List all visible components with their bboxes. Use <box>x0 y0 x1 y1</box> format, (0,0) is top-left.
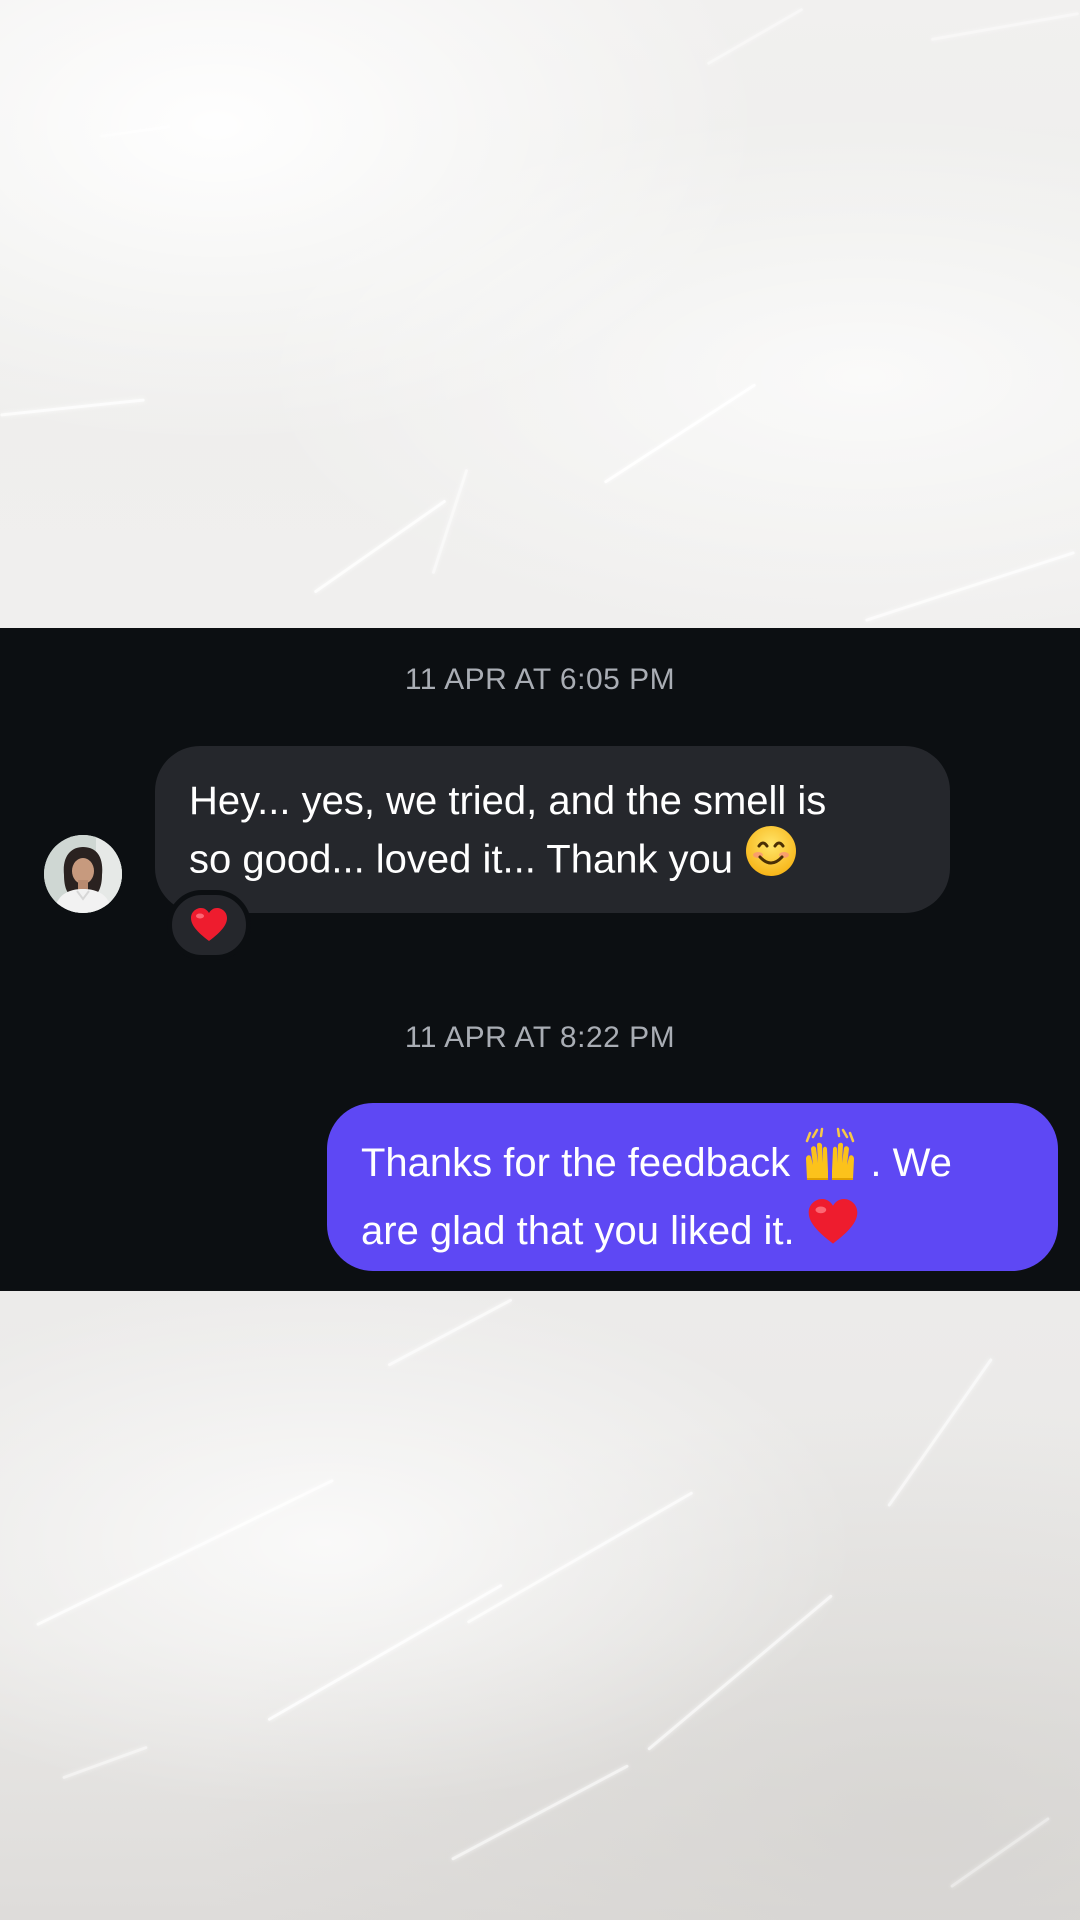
outgoing-message-bubble[interactable]: Thanks for the feedback . We are glad th… <box>327 1103 1058 1271</box>
avatar-photo <box>44 835 122 913</box>
smiling-face-emoji <box>744 824 798 892</box>
message-text-line: so good... loved it... Thank you <box>189 826 916 896</box>
message-text-line: are glad that you liked it. <box>361 1199 1026 1267</box>
incoming-message-bubble[interactable]: Hey... yes, we tried, and the smell is s… <box>155 746 950 913</box>
raising-hands-emoji <box>801 1127 859 1196</box>
avatar[interactable] <box>44 835 122 913</box>
message-timestamp: 11 APR AT 6:05 PM <box>404 663 676 696</box>
message-timestamp: 11 APR AT 8:22 PM <box>404 1021 676 1054</box>
chat-thread: 11 APR AT 6:05 PM Hey... yes, we tried, … <box>0 628 1080 1291</box>
message-text-line: Hey... yes, we tried, and the smell is <box>189 779 827 823</box>
background-texture-bottom <box>0 1291 1080 1920</box>
message-reaction[interactable] <box>167 890 251 960</box>
background-texture-top <box>0 0 1080 628</box>
red-heart-emoji <box>191 908 227 941</box>
red-heart-emoji <box>806 1196 860 1263</box>
message-text-line: Thanks for the feedback . We <box>361 1127 1026 1200</box>
